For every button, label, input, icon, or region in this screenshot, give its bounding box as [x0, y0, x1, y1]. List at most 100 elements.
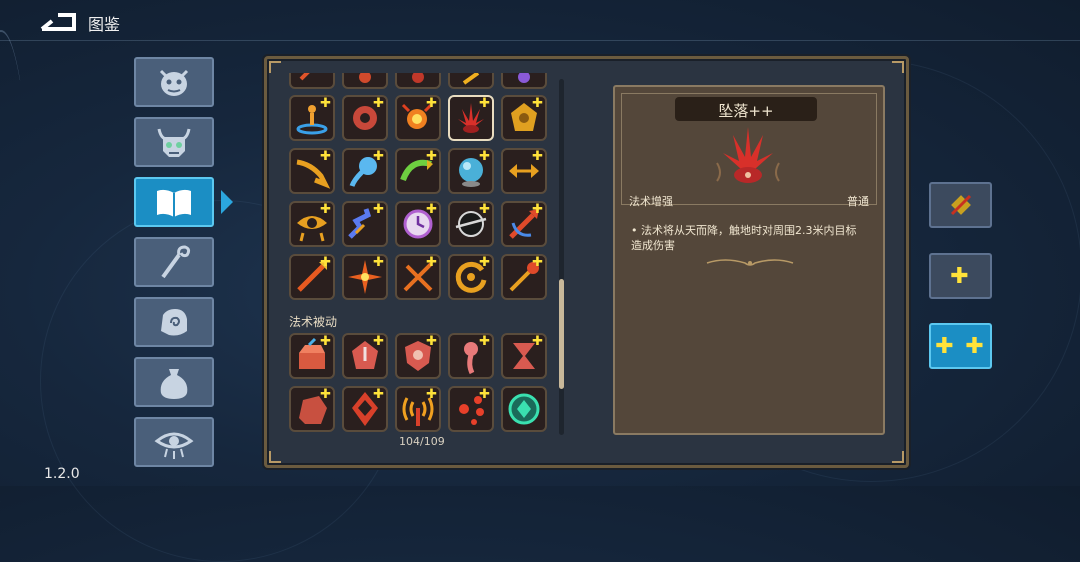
skill-slot[interactable]: ✚ — [501, 95, 547, 141]
skill-slot[interactable]: ✚ — [395, 95, 441, 141]
category-tab-spellbook[interactable] — [134, 177, 214, 227]
panel-corner — [269, 61, 281, 73]
bg-arc — [0, 30, 32, 502]
fire-arrow-icon — [299, 73, 310, 81]
skill-slot[interactable]: ✚ — [342, 95, 388, 141]
skill-slot[interactable]: ✚ — [501, 148, 547, 194]
upgrade-level-one-button[interactable]: ✚ — [929, 253, 992, 299]
skill-slot[interactable]: ✚ — [395, 254, 441, 300]
skill-slot[interactable]: ✚ — [342, 201, 388, 247]
back-button[interactable] — [40, 9, 78, 33]
skill-slot[interactable] — [289, 73, 335, 89]
divider — [0, 40, 1080, 41]
upgrade-level-two-button[interactable]: ✚ ✚ — [929, 323, 992, 369]
upgrade-plus-icon: ✚ — [373, 96, 384, 111]
collection-counter: 104/109 — [399, 435, 445, 448]
upgrade-plus-icon: ✚ — [479, 96, 490, 111]
skill-type: 法术增强 — [629, 195, 673, 208]
skill-rarity: 普通 — [847, 195, 869, 208]
top-bar: 图鉴 — [0, 0, 1080, 44]
skill-slot[interactable]: ✚ — [342, 148, 388, 194]
upgrade-plus-icon: ✚ — [373, 202, 384, 217]
monster-face-icon — [159, 69, 189, 96]
swirl-icon — [359, 73, 371, 83]
skill-slot[interactable]: ✚ — [289, 386, 335, 432]
upgrade-plus-icon: ✚ — [479, 202, 490, 217]
double-plus-icon: ✚ ✚ — [935, 333, 986, 359]
hand-swirl-icon — [161, 309, 187, 336]
upgrade-plus-icon: ✚ — [532, 334, 543, 349]
active-tab-pointer — [221, 190, 233, 214]
skill-slot[interactable] — [395, 73, 441, 89]
upgrade-plus-icon: ✚ — [320, 387, 331, 402]
skill-detail-card: 坠落++ 法术增强 普通 • 法术将从天而降，触地时对周围2.3米内目标造成伤害 — [613, 85, 885, 435]
upgrade-plus-icon: ✚ — [320, 202, 331, 217]
codex-panel: ✚ ✚ ✚ ✚ ✚ ✚ ✚ ✚ ✚ ✚ ✚ ✚ ✚ ✚ ✚ ✚ ✚ ✚ ✚ ✚ … — [264, 56, 909, 468]
upgrade-plus-icon: ✚ — [373, 255, 384, 270]
skill-slot[interactable]: ✚ — [448, 386, 494, 432]
skill-slot[interactable] — [448, 73, 494, 89]
description-text: 法术将从天而降，触地时对周围2.3米内目标造成伤害 — [631, 224, 857, 252]
staff-icon — [161, 245, 191, 279]
skill-slot[interactable]: ✚ — [501, 201, 547, 247]
skill-slot[interactable]: ✚ — [448, 254, 494, 300]
category-tab-boss[interactable] — [134, 117, 214, 167]
upgrade-plus-icon: ✚ — [532, 149, 543, 164]
skill-slot[interactable]: ✚ — [501, 254, 547, 300]
upgrade-plus-icon: ✚ — [373, 387, 384, 402]
detail-title-bar: 坠落++ — [675, 97, 817, 121]
bolt-icon — [462, 73, 480, 85]
skill-slot[interactable] — [501, 386, 547, 432]
skill-slot[interactable]: ✚ — [395, 201, 441, 247]
skill-slot[interactable]: ✚ — [289, 333, 335, 379]
eye-icon — [154, 432, 194, 459]
category-tab-relic[interactable] — [134, 297, 214, 347]
skill-slot-selected[interactable]: ✚ — [448, 95, 494, 141]
upgrade-plus-icon: ✚ — [373, 149, 384, 164]
upgrade-plus-icon: ✚ — [426, 96, 437, 111]
version-label: 1.2.0 — [44, 466, 80, 482]
upgrade-plus-icon: ✚ — [532, 96, 543, 111]
skill-grid: ✚ ✚ ✚ ✚ ✚ ✚ ✚ ✚ ✚ ✚ ✚ ✚ ✚ ✚ ✚ ✚ ✚ ✚ ✚ ✚ … — [289, 73, 555, 433]
skill-slot[interactable]: ✚ — [448, 201, 494, 247]
skill-slot[interactable]: ✚ — [448, 148, 494, 194]
green-orb-icon — [508, 393, 540, 425]
upgrade-plus-icon: ✚ — [373, 334, 384, 349]
upgrade-plus-icon: ✚ — [532, 255, 543, 270]
skill-slot[interactable]: ✚ — [342, 333, 388, 379]
upgrade-plus-icon: ✚ — [426, 334, 437, 349]
skill-slot[interactable]: ✚ — [342, 386, 388, 432]
horned-skull-icon — [157, 128, 191, 157]
category-tab-monster[interactable] — [134, 57, 214, 107]
skill-slot[interactable]: ✚ — [395, 148, 441, 194]
pouch-icon — [160, 369, 188, 399]
category-tab-item[interactable] — [134, 357, 214, 407]
skill-slot[interactable]: ✚ — [395, 386, 441, 432]
upgrade-level-none-button[interactable] — [929, 182, 992, 228]
skill-slot[interactable]: ✚ — [501, 333, 547, 379]
grid-scrollbar[interactable] — [559, 79, 564, 435]
upgrade-plus-icon: ✚ — [320, 334, 331, 349]
skill-slot[interactable] — [501, 73, 547, 89]
prism-icon — [518, 73, 530, 83]
skill-name: 坠落++ — [718, 102, 774, 120]
upgrade-plus-icon: ✚ — [320, 149, 331, 164]
skill-slot[interactable]: ✚ — [289, 148, 335, 194]
skill-slot[interactable]: ✚ — [395, 333, 441, 379]
skill-slot[interactable] — [342, 73, 388, 89]
skill-slot[interactable]: ✚ — [448, 333, 494, 379]
plus-icon: ✚ — [950, 263, 971, 289]
panel-corner — [892, 61, 904, 73]
skill-slot[interactable]: ✚ — [289, 95, 335, 141]
category-tab-staff[interactable] — [134, 237, 214, 287]
skill-slot[interactable]: ✚ — [289, 201, 335, 247]
panel-corner — [892, 451, 904, 463]
category-tab-eye[interactable] — [134, 417, 214, 467]
upgrade-plus-icon: ✚ — [426, 202, 437, 217]
falling-spike-icon — [716, 127, 780, 183]
skill-slot[interactable]: ✚ — [289, 254, 335, 300]
book-icon — [157, 189, 191, 217]
skill-slot[interactable]: ✚ — [342, 254, 388, 300]
scrollbar-thumb[interactable] — [559, 279, 564, 389]
skill-description: • 法术将从天而降，触地时对周围2.3米内目标造成伤害 — [631, 223, 867, 253]
